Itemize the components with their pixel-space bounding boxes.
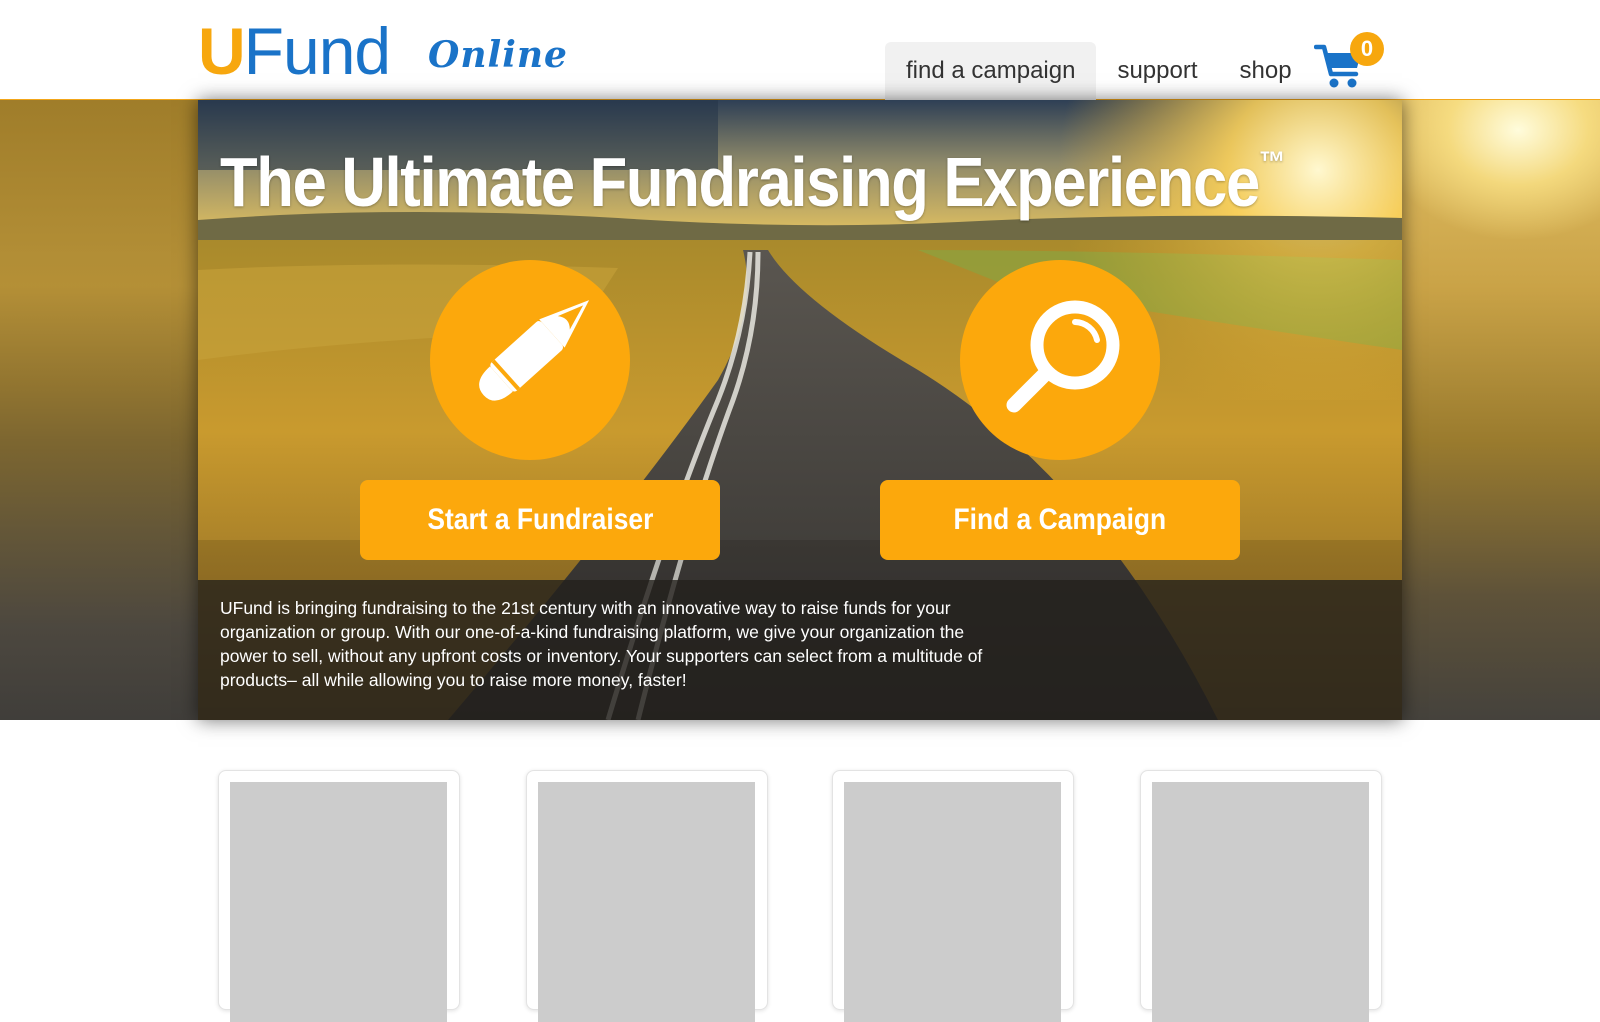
hero-background-right xyxy=(1398,100,1600,720)
card-image-placeholder xyxy=(844,782,1061,1022)
start-fundraiser-label: Start a Fundraiser xyxy=(427,503,653,536)
campaign-cards xyxy=(218,770,1383,1022)
card-image-placeholder xyxy=(1152,782,1369,1022)
campaign-card[interactable] xyxy=(1140,770,1382,1022)
cart-count-badge: 0 xyxy=(1350,32,1384,66)
hero-background-left xyxy=(0,100,198,720)
logo[interactable]: U Fund xyxy=(198,14,391,88)
intro-band: UFund is bringing fundraising to the 21s… xyxy=(198,580,1402,720)
start-fundraiser-button[interactable]: Start a Fundraiser xyxy=(360,480,720,560)
logo-online: Online xyxy=(428,34,568,76)
pencil-icon xyxy=(479,300,590,401)
find-campaign-button[interactable]: Find a Campaign xyxy=(880,480,1240,560)
logo-u: U xyxy=(198,14,246,88)
nav-shop[interactable]: shop xyxy=(1219,42,1313,100)
campaign-card[interactable] xyxy=(526,770,768,1022)
pencil-circle[interactable] xyxy=(430,260,630,460)
nav-support[interactable]: support xyxy=(1096,42,1218,100)
hero: The Ultimate Fundraising Experience™ Sta… xyxy=(198,100,1402,720)
hero-title-text: The Ultimate Fundraising Experience xyxy=(220,143,1260,221)
campaign-card[interactable] xyxy=(832,770,1074,1022)
nav-find-a-campaign[interactable]: find a campaign xyxy=(885,42,1097,100)
card-image-placeholder xyxy=(230,782,447,1022)
site-header: U Fund Online find a campaign support sho… xyxy=(0,0,1600,100)
intro-text: UFund is bringing fundraising to the 21s… xyxy=(220,598,983,690)
card-image-placeholder xyxy=(538,782,755,1022)
main-nav: find a campaign support shop xyxy=(885,42,1313,100)
trademark-symbol: ™ xyxy=(1258,146,1286,179)
magnifier-circle[interactable] xyxy=(960,260,1160,460)
hero-title: The Ultimate Fundraising Experience™ xyxy=(220,142,1285,222)
magnifier-icon xyxy=(1006,300,1120,413)
logo-fund: Fund xyxy=(243,14,391,88)
find-campaign-label: Find a Campaign xyxy=(953,503,1167,536)
campaign-card[interactable] xyxy=(218,770,460,1022)
cart-button[interactable]: 0 xyxy=(1314,32,1384,94)
